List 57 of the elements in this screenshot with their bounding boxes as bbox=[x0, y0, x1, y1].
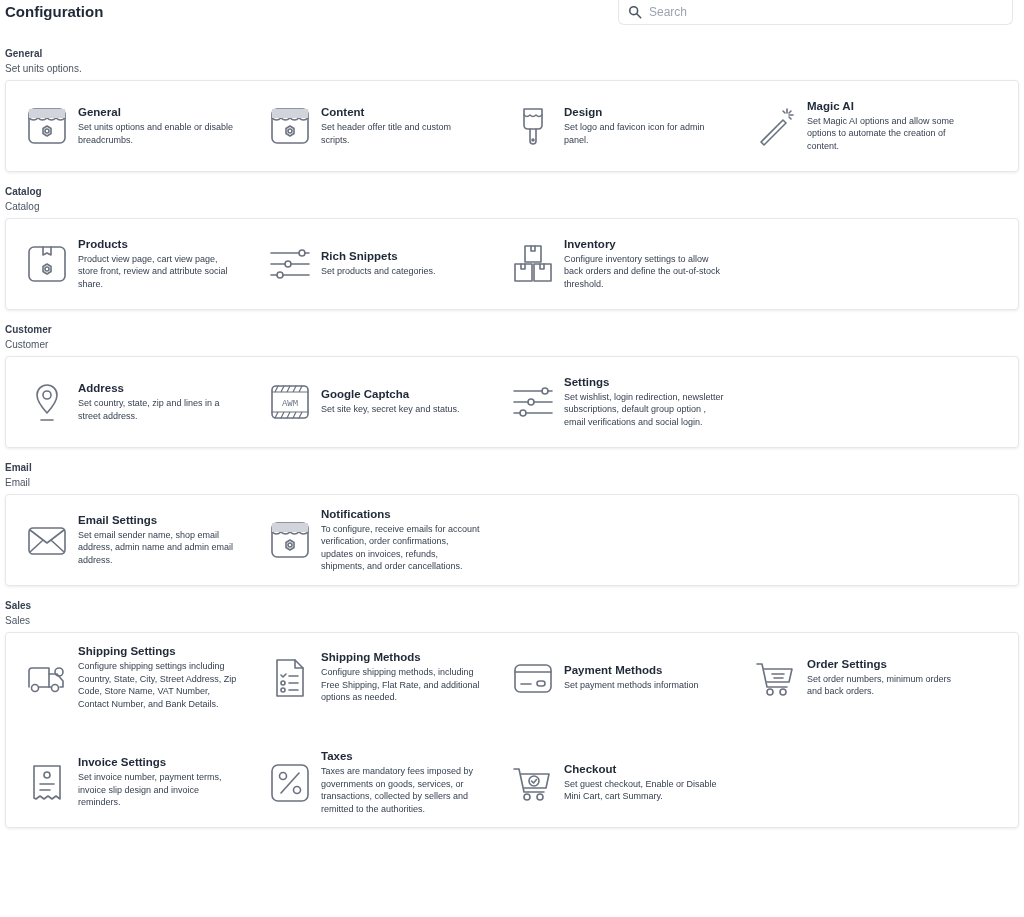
page-title: Configuration bbox=[5, 3, 104, 20]
setting-title[interactable]: Taxes bbox=[321, 750, 481, 762]
section-title: Customer bbox=[5, 324, 53, 335]
setting-title[interactable]: Invoice Settings bbox=[78, 756, 238, 769]
section-subtitle: Catalog bbox=[5, 201, 41, 212]
percent-icon bbox=[269, 761, 311, 804]
setting-title[interactable]: Products bbox=[78, 237, 238, 250]
setting-description: Set products and categories. bbox=[321, 265, 437, 278]
setting-description: Set logo and favicon icon for admin panel. bbox=[564, 121, 706, 146]
setting-title[interactable]: Content bbox=[321, 106, 481, 118]
setting-title[interactable]: Rich Snippets bbox=[321, 250, 481, 263]
setting-description: Set Magic AI options and allow some options to automate the creation of content. bbox=[807, 114, 956, 153]
stacked-boxes-icon bbox=[512, 243, 554, 285]
search-icon bbox=[628, 5, 642, 19]
setting-title[interactable]: Order Settings bbox=[807, 657, 967, 670]
setting-description: Configure shipping settings including Country, State, City, Street Address, Zip Code, Store Name, VAT Number, Contact Number, and Bank Details. bbox=[78, 660, 238, 710]
section-title: Catalog bbox=[5, 186, 43, 197]
section-subtitle: Sales bbox=[5, 615, 31, 626]
setting-title[interactable]: Payment Methods bbox=[564, 663, 724, 676]
setting-title[interactable]: Email Settings bbox=[78, 513, 238, 526]
setting-description: To configure, receive emails for account verification, order confirmations, updates on invoices, refunds, shipments, and order cancellations. bbox=[321, 522, 481, 573]
setting-description: Set country, state, zip and lines in a street address. bbox=[78, 397, 221, 422]
section-title: General bbox=[5, 48, 44, 59]
search-field[interactable]: Search bbox=[618, 0, 1013, 25]
storefront-icon bbox=[269, 105, 311, 147]
section-title: Sales bbox=[5, 600, 33, 611]
storefront-icon bbox=[269, 519, 311, 561]
setting-description: Taxes are mandatory fees imposed by governments on goods, services, or transactions, collected by sellers and remitted to the authorities. bbox=[321, 765, 475, 815]
setting-description: Set order numbers, minimum orders and back orders. bbox=[807, 672, 953, 698]
setting-title[interactable]: Google Captcha bbox=[321, 388, 481, 401]
setting-title[interactable]: Design bbox=[564, 106, 724, 118]
setting-title[interactable]: Address bbox=[78, 382, 238, 394]
setting-title[interactable]: Notifications bbox=[321, 507, 481, 520]
setting-description: Set site key, secret key and status. bbox=[321, 403, 461, 416]
section-subtitle: Set units options. bbox=[5, 63, 83, 74]
setting-description: Product view page, cart view page, store front, review and attribute social share. bbox=[78, 252, 229, 291]
box-gear-icon bbox=[26, 243, 68, 285]
setting-description: Configure shipping methods, including Free Shipping, Flat Rate, and additional options as needed. bbox=[321, 666, 481, 704]
setting-title[interactable]: Shipping Methods bbox=[321, 651, 481, 664]
section-title: Email bbox=[5, 462, 33, 473]
setting-description: Set wishlist, login redirection, newsletter subscriptions, default group option , email verifications and social login. bbox=[564, 390, 724, 429]
section-subtitle: Email bbox=[5, 477, 31, 488]
setting-title[interactable]: General bbox=[78, 106, 238, 118]
setting-title[interactable]: Settings bbox=[564, 375, 724, 388]
setting-title[interactable]: Shipping Settings bbox=[78, 645, 238, 657]
setting-title[interactable]: Checkout bbox=[564, 762, 724, 775]
section-subtitle: Customer bbox=[5, 339, 50, 350]
setting-title[interactable]: Magic AI bbox=[807, 99, 967, 112]
setting-description: Set header offer title and custom scripts. bbox=[321, 121, 452, 146]
setting-title[interactable]: Inventory bbox=[564, 237, 724, 250]
setting-description: Set email sender name, shop email address, admin name and admin email address. bbox=[78, 528, 235, 567]
setting-description: Set guest checkout, Enable or Disable Mini Cart, cart Summary. bbox=[564, 777, 718, 803]
setting-description: Set units options and enable or disable breadcrumbs. bbox=[78, 121, 235, 146]
setting-description: Set payment methods information bbox=[564, 678, 700, 692]
storefront-icon bbox=[26, 105, 68, 147]
setting-description: Set invoice number, payment terms, invoice slip design and invoice reminders. bbox=[78, 771, 223, 809]
setting-description: Configure inventory settings to allow back orders and define the out-of-stock threshold. bbox=[564, 252, 722, 291]
